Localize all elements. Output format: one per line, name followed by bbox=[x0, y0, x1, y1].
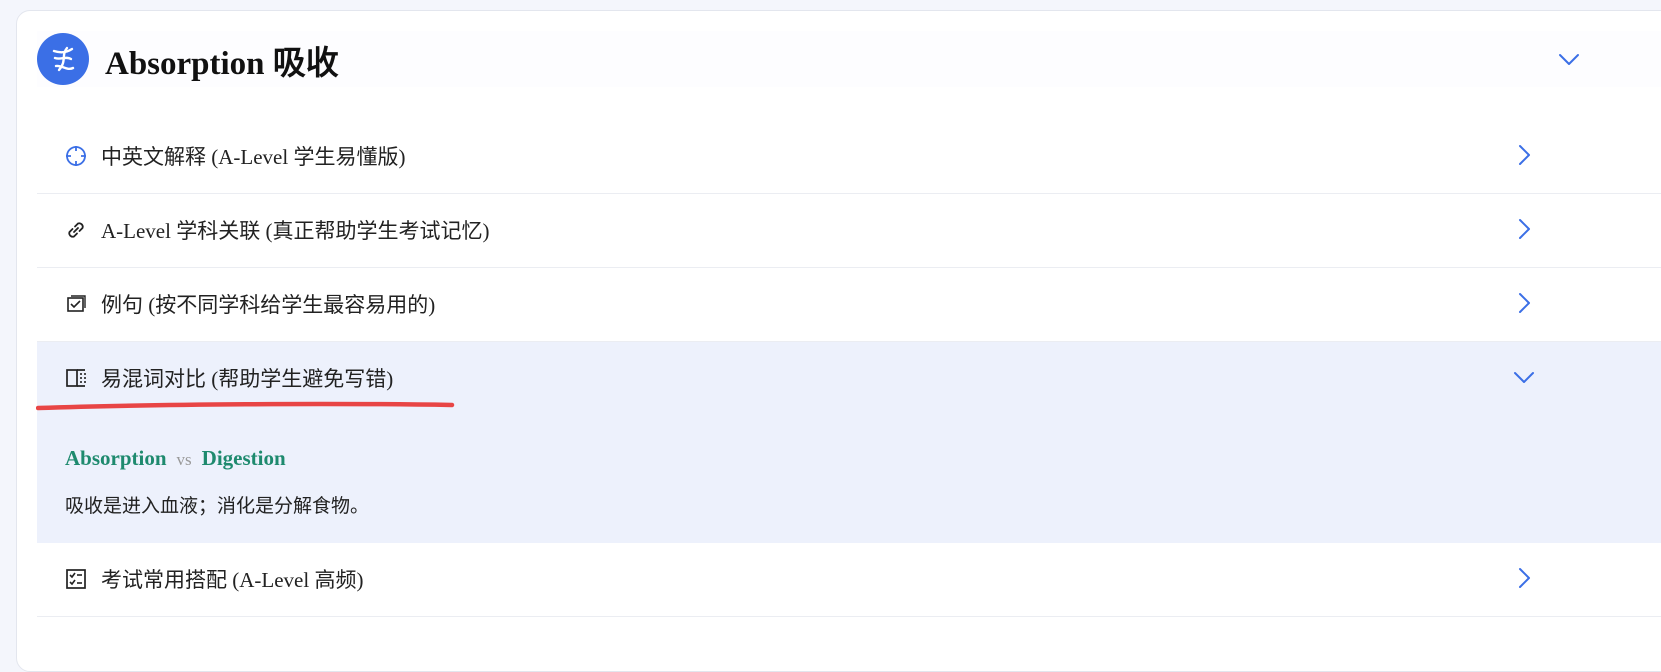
comparison-panel: Absorption vs Digestion 吸收是进入血液；消化是分解食物。 bbox=[37, 413, 1661, 544]
comparison-terms: Absorption vs Digestion bbox=[65, 446, 286, 471]
dna-icon bbox=[37, 33, 89, 85]
crosshair-icon bbox=[66, 146, 86, 166]
vs-label: vs bbox=[176, 450, 192, 469]
section-label: 例句 (按不同学科给学生最容易用的) bbox=[101, 293, 436, 317]
chevron-right-icon[interactable] bbox=[1513, 218, 1535, 240]
section-label: 中英文解释 (A-Level 学生易懂版) bbox=[101, 145, 406, 169]
section-subject-links[interactable]: A-Level 学科关联 (真正帮助学生考试记忆) bbox=[37, 194, 1661, 268]
word-card: Absorption 吸收 中英文解释 (A-Level 学生易懂版) A-Le… bbox=[16, 10, 1661, 672]
chevron-right-icon[interactable] bbox=[1513, 144, 1535, 166]
section-label: 易混词对比 (帮助学生避免写错) bbox=[101, 367, 394, 391]
section-label: A-Level 学科关联 (真正帮助学生考试记忆) bbox=[101, 219, 490, 243]
annotation-underline bbox=[36, 401, 455, 411]
chevron-right-icon[interactable] bbox=[1513, 567, 1535, 589]
chevron-down-icon[interactable] bbox=[1513, 366, 1535, 388]
checklist-box-icon bbox=[67, 295, 86, 312]
term-b: Digestion bbox=[201, 446, 286, 470]
section-examples[interactable]: 例句 (按不同学科给学生最容易用的) bbox=[37, 268, 1661, 342]
chevron-right-icon[interactable] bbox=[1513, 292, 1535, 314]
section-definition[interactable]: 中英文解释 (A-Level 学生易懂版) bbox=[37, 120, 1661, 194]
link-icon bbox=[68, 222, 84, 238]
checklist-icon bbox=[66, 569, 86, 589]
term-a: Absorption bbox=[65, 446, 167, 470]
comparison-description: 吸收是进入血液；消化是分解食物。 bbox=[65, 495, 370, 517]
page-title: Absorption 吸收 bbox=[105, 46, 339, 82]
card-header[interactable]: Absorption 吸收 bbox=[37, 31, 1661, 87]
section-label: 考试常用搭配 (A-Level 高频) bbox=[101, 568, 364, 592]
section-collocations[interactable]: 考试常用搭配 (A-Level 高频) bbox=[37, 543, 1661, 617]
chevron-down-icon[interactable] bbox=[1557, 47, 1581, 71]
compare-columns-icon bbox=[66, 369, 86, 387]
